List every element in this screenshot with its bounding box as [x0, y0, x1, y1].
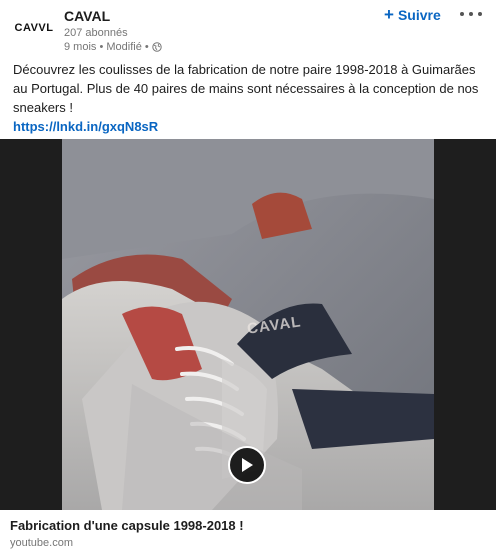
- video-player[interactable]: CAVAL: [0, 139, 496, 510]
- post-timestamp: 9 mois • Modifié •: [64, 41, 149, 53]
- follow-label: Suivre: [397, 7, 441, 23]
- more-dot: [469, 12, 473, 16]
- company-logo[interactable]: CAVVL: [12, 10, 56, 46]
- play-icon[interactable]: [228, 446, 266, 484]
- author-info: CAVAL 207 abonnés 9 mois • Modifié •: [64, 8, 162, 54]
- post-header: CAVVL CAVAL 207 abonnés 9 mois • Modifié…: [0, 0, 496, 56]
- globe-icon: [152, 42, 162, 52]
- author-name[interactable]: CAVAL: [64, 8, 162, 24]
- post-body: Découvrez les coulisses de la fabricatio…: [13, 62, 479, 115]
- more-dot: [478, 12, 482, 16]
- more-dot: [460, 12, 464, 16]
- link-card[interactable]: Fabrication d'une capsule 1998-2018 ! yo…: [0, 510, 496, 550]
- plus-icon: +: [384, 5, 394, 24]
- link-card-source: youtube.com: [10, 537, 73, 549]
- more-options-icon[interactable]: [460, 6, 482, 22]
- follower-count: 207 abonnés: [64, 27, 128, 39]
- link-card-title[interactable]: Fabrication d'une capsule 1998-2018 !: [10, 518, 244, 534]
- post-text: Découvrez les coulisses de la fabricatio…: [13, 60, 483, 136]
- play-triangle: [242, 458, 253, 472]
- post-timestamp-row: 9 mois • Modifié •: [64, 40, 162, 54]
- follow-button[interactable]: + Suivre: [384, 6, 441, 24]
- post-link[interactable]: https://lnkd.in/gxqN8sR: [13, 117, 483, 136]
